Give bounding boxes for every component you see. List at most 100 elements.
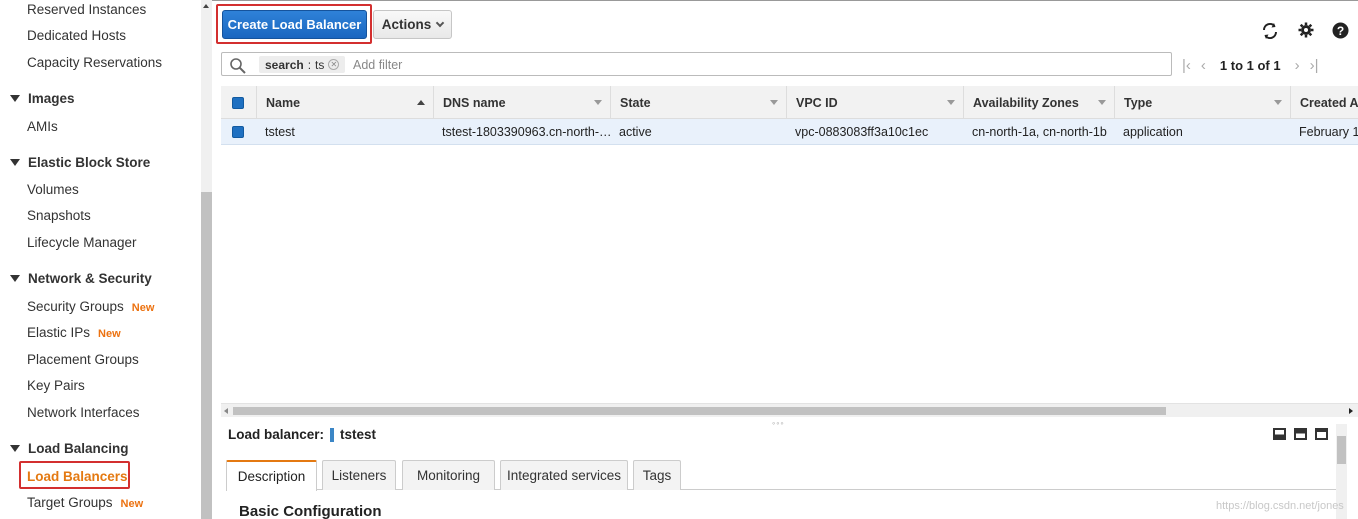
pager-text: 1 to 1 of 1 <box>1219 57 1281 73</box>
column-header-availability-zones[interactable]: Availability Zones <box>964 86 1115 119</box>
column-label: Type <box>1124 95 1153 110</box>
layout-full-icon[interactable] <box>1315 428 1328 440</box>
column-header-dns-name[interactable]: DNS name <box>434 86 611 119</box>
filter-token[interactable]: search: ts ✕ <box>259 56 346 73</box>
column-label: State <box>620 95 651 110</box>
first-page-icon[interactable]: |‹ <box>1182 57 1191 74</box>
sidebar-item-dedicated-hosts[interactable]: Dedicated Hosts <box>27 28 126 43</box>
sidebar-item-capacity-reservations[interactable]: Capacity Reservations <box>27 55 162 70</box>
divider <box>212 0 1358 1</box>
search-icon <box>230 58 246 74</box>
main-content: Create Load Balancer Actions ? search: ts… <box>212 0 1358 519</box>
tab-tags[interactable]: Tags <box>633 460 681 490</box>
tab-listeners[interactable]: Listeners <box>322 460 396 490</box>
new-badge: New <box>120 498 144 510</box>
detail-title: Load balancer: tstest <box>228 427 376 442</box>
detail-value: tstest <box>340 427 377 442</box>
watermark: https://blog.csdn.net/jones <box>1216 500 1344 512</box>
horizontal-scrollbar-thumb[interactable] <box>233 407 1166 415</box>
layout-split-icon[interactable] <box>1294 428 1307 440</box>
sidebar-item-amis[interactable]: AMIs <box>27 119 58 134</box>
table-row[interactable]: tstest tstest-1803390963.cn-north-… acti… <box>221 119 1358 145</box>
sidebar-item-key-pairs[interactable]: Key Pairs <box>27 378 85 393</box>
column-label: VPC ID <box>796 95 838 110</box>
column-header-state[interactable]: State <box>611 86 787 119</box>
sidebar-scrollbar-thumb[interactable] <box>201 192 212 519</box>
sort-ascending-icon <box>417 100 425 105</box>
refresh-icon[interactable] <box>1261 22 1279 43</box>
row-checkbox[interactable] <box>221 119 257 145</box>
pagination: |‹ ‹ 1 to 1 of 1 › ›| <box>1182 55 1319 75</box>
cell-dns-name: tstest-1803390963.cn-north-… <box>442 125 611 139</box>
detail-label: Load balancer: <box>228 427 325 442</box>
sidebar-section-images[interactable]: Images <box>10 91 75 106</box>
sidebar-section-ebs[interactable]: Elastic Block Store <box>10 155 150 170</box>
cell-type: application <box>1123 125 1183 139</box>
checkbox-icon <box>232 96 244 109</box>
resize-grip-icon[interactable]: ◦◦◦ <box>772 418 785 428</box>
column-label: Name <box>266 95 301 110</box>
column-header-created-at[interactable]: Created A <box>1291 86 1358 119</box>
remove-token-icon[interactable]: ✕ <box>328 59 340 70</box>
next-page-icon[interactable]: › <box>1295 57 1300 74</box>
sidebar-item-security-groups[interactable]: Security Groups New <box>27 299 154 314</box>
section-heading-basic-configuration: Basic Configuration <box>239 503 382 519</box>
help-icon[interactable]: ? <box>1332 22 1349 42</box>
section-title: Load Balancing <box>28 441 129 456</box>
select-all-checkbox[interactable] <box>221 86 257 119</box>
collapse-triangle-icon <box>10 159 20 166</box>
collapse-triangle-icon <box>10 95 20 102</box>
new-badge: New <box>98 328 121 340</box>
filter-token-value: ts <box>315 57 325 72</box>
last-page-icon[interactable]: ›| <box>1310 57 1319 74</box>
actions-dropdown-button[interactable]: Actions <box>373 10 452 39</box>
sidebar-item-label: Target Groups <box>27 495 113 510</box>
gear-icon[interactable] <box>1298 22 1314 41</box>
filter-token-separator: : <box>307 57 312 72</box>
sidebar-item-elastic-ips[interactable]: Elastic IPs New <box>27 325 121 340</box>
table-horizontal-scrollbar[interactable] <box>221 403 1358 417</box>
sidebar-section-network-security[interactable]: Network & Security <box>10 271 152 286</box>
cell-state: active <box>619 125 652 139</box>
detail-scrollbar-thumb[interactable] <box>1337 436 1346 464</box>
tab-description[interactable]: Description <box>226 460 317 491</box>
sort-icon <box>770 100 778 105</box>
sidebar-item-target-groups[interactable]: Target Groups New <box>27 495 143 510</box>
section-title: Network & Security <box>28 271 152 286</box>
sidebar-item-reserved-instances[interactable]: Reserved Instances <box>27 2 146 17</box>
sidebar-item-lifecycle-manager[interactable]: Lifecycle Manager <box>27 235 137 250</box>
filter-bar: search: ts ✕ <box>221 52 1172 76</box>
scroll-right-arrow-icon[interactable] <box>1349 408 1353 414</box>
layout-bottom-icon[interactable] <box>1273 428 1286 440</box>
sidebar-item-volumes[interactable]: Volumes <box>27 182 79 197</box>
sort-icon <box>1098 100 1106 105</box>
scroll-up-arrow-icon[interactable] <box>203 4 209 8</box>
scroll-left-arrow-icon[interactable] <box>224 408 228 414</box>
collapse-triangle-icon <box>10 275 20 282</box>
sidebar-item-placement-groups[interactable]: Placement Groups <box>27 352 139 367</box>
column-header-name[interactable]: Name <box>257 86 434 119</box>
sidebar-nav: Reserved Instances Dedicated Hosts Capac… <box>0 0 200 519</box>
svg-text:?: ? <box>1337 24 1344 38</box>
table-header: Name DNS name State VPC ID Availability … <box>221 86 1358 119</box>
sidebar-item-snapshots[interactable]: Snapshots <box>27 208 91 223</box>
prev-page-icon[interactable]: ‹ <box>1201 57 1206 74</box>
new-badge: New <box>131 302 155 314</box>
sidebar-item-network-interfaces[interactable]: Network Interfaces <box>27 405 140 420</box>
tab-integrated-services[interactable]: Integrated services <box>500 460 628 490</box>
tab-monitoring[interactable]: Monitoring <box>402 460 495 490</box>
chevron-down-icon <box>436 18 445 27</box>
collapse-triangle-icon <box>10 445 20 452</box>
create-load-balancer-button[interactable]: Create Load Balancer <box>222 10 367 39</box>
sort-icon <box>1274 100 1282 105</box>
sort-icon <box>947 100 955 105</box>
column-header-type[interactable]: Type <box>1115 86 1291 119</box>
sidebar-section-load-balancing[interactable]: Load Balancing <box>10 441 129 456</box>
cell-vpc-id: vpc-0883083ff3a10c1ec <box>795 125 929 139</box>
cell-name: tstest <box>265 125 295 139</box>
add-filter-input[interactable] <box>353 55 953 74</box>
column-label: Availability Zones <box>973 95 1079 110</box>
column-header-vpc-id[interactable]: VPC ID <box>787 86 964 119</box>
highlight-box <box>19 461 130 489</box>
actions-label: Actions <box>381 17 432 32</box>
